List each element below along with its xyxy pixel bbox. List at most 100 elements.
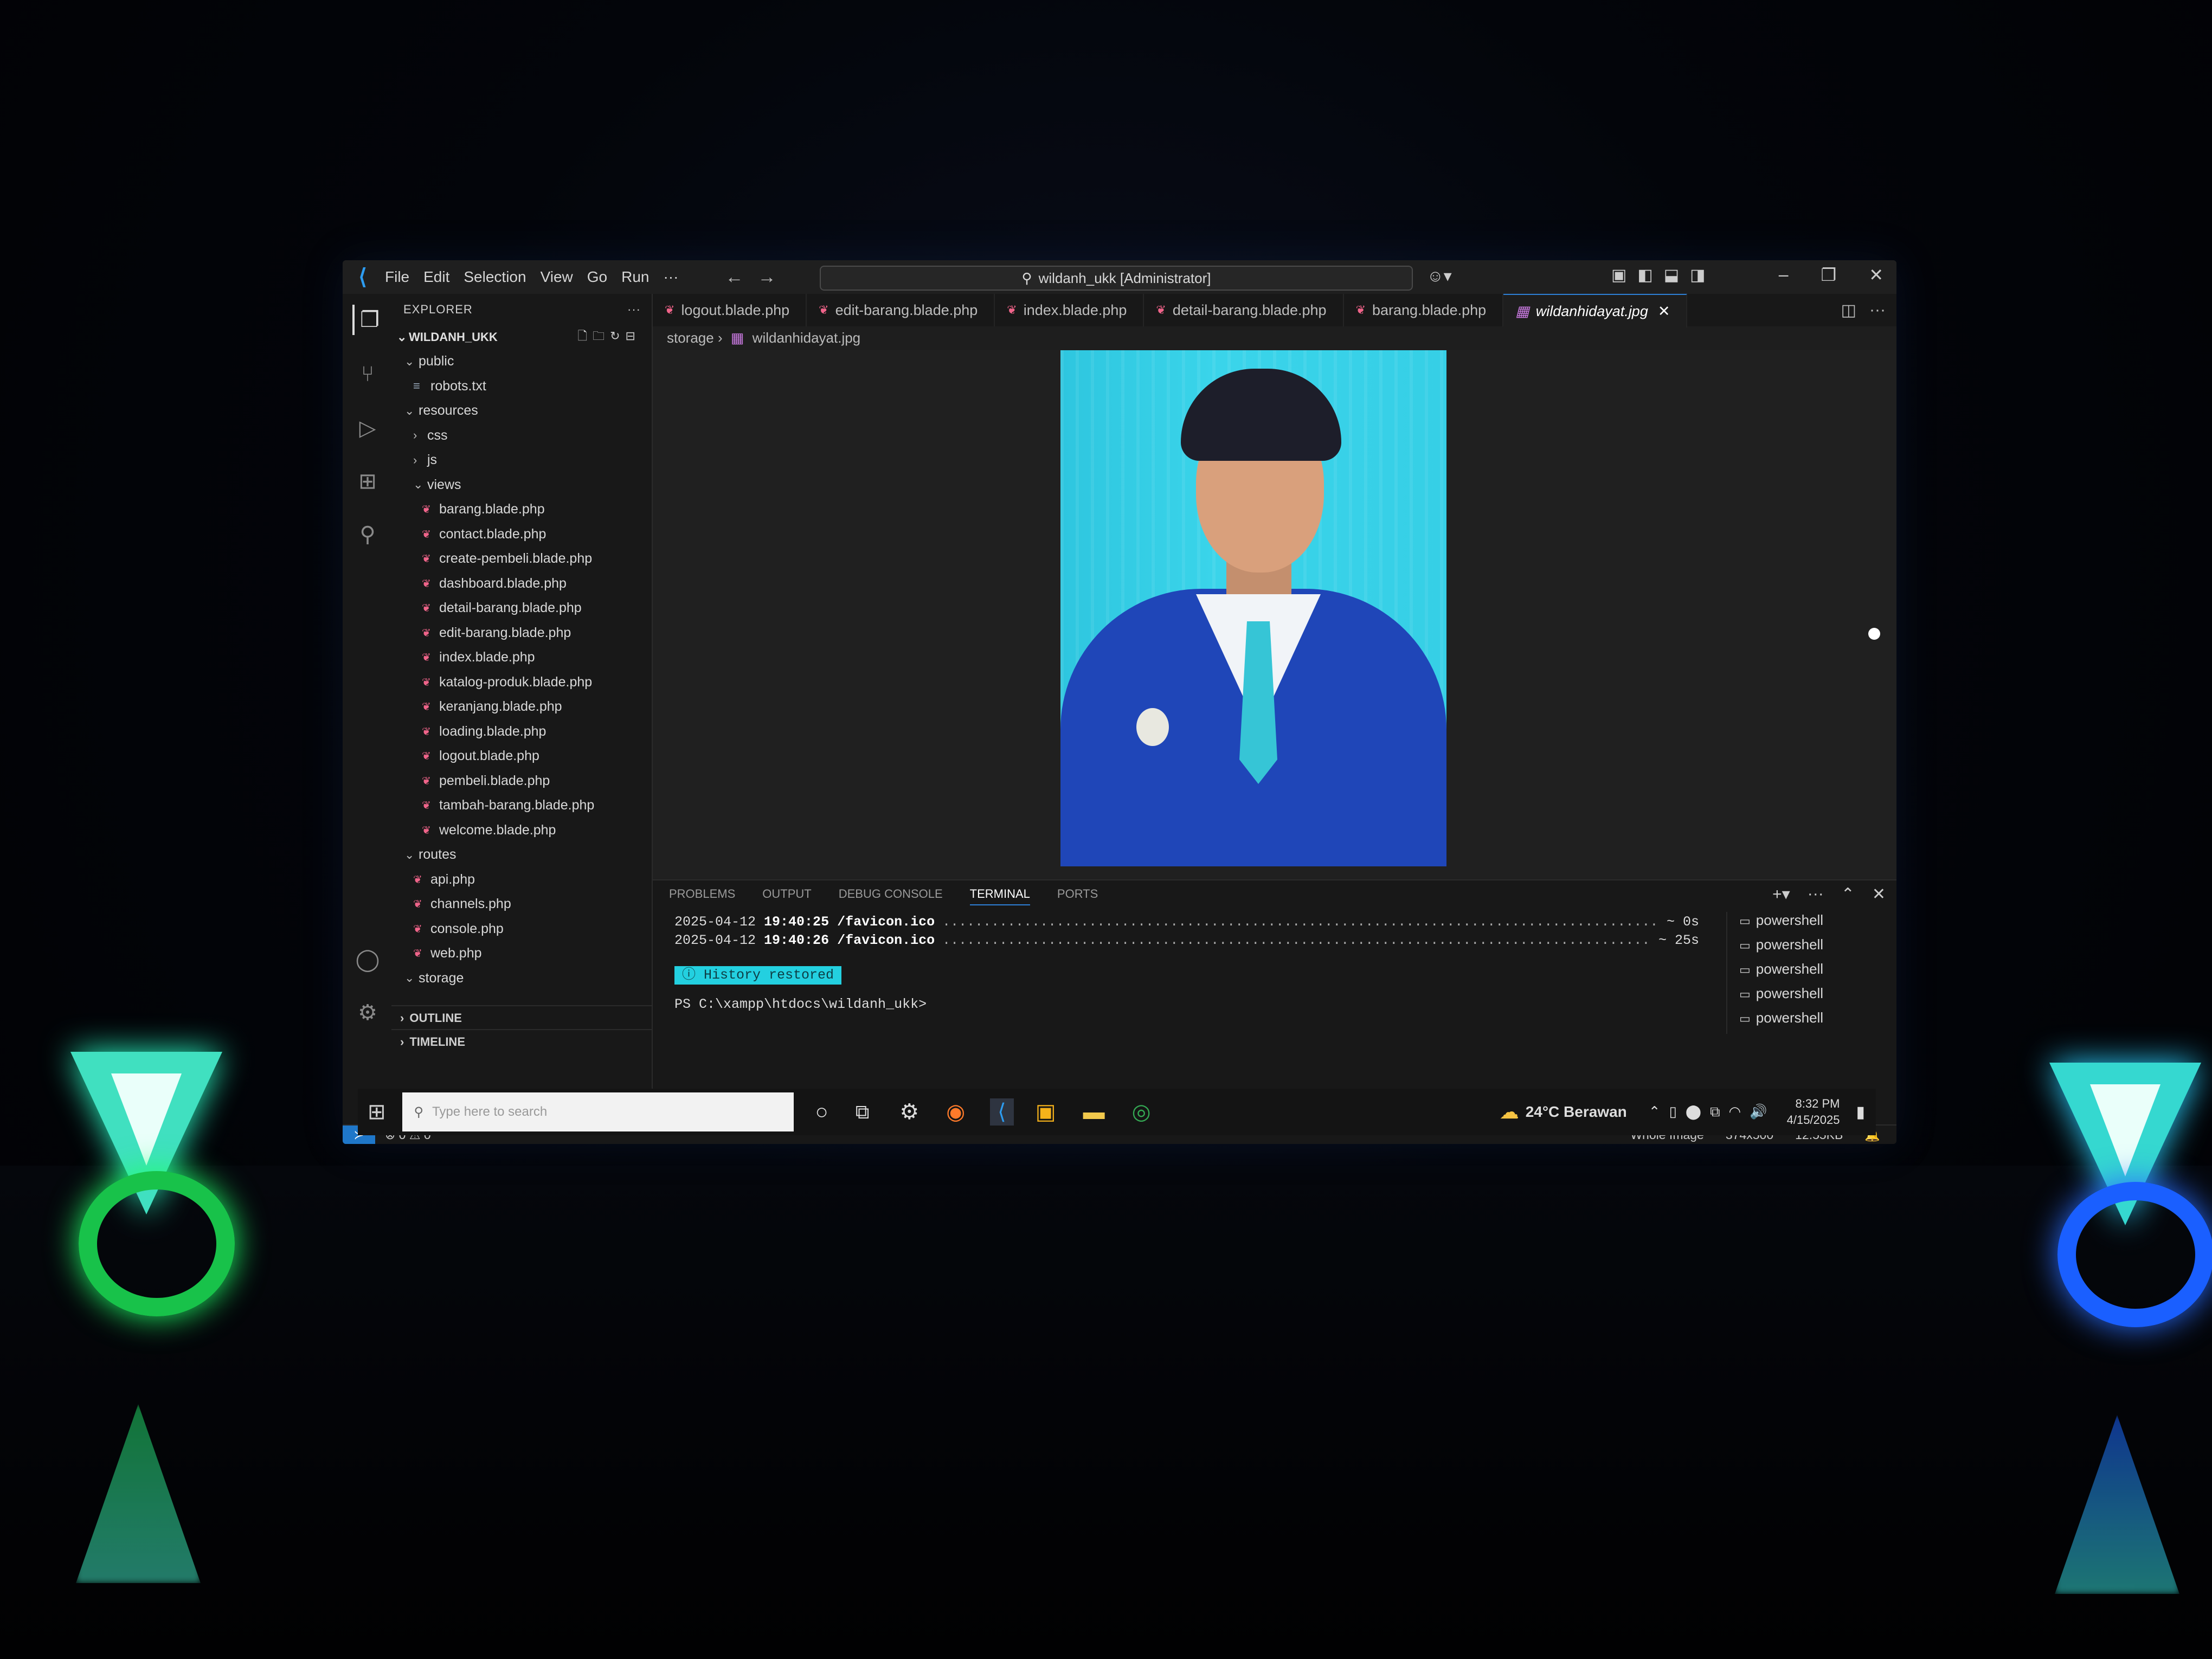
system-tray-icons[interactable]: ⌃▯⬤⧉◠🔊: [1649, 1103, 1776, 1121]
terminal-output[interactable]: 2025-04-12 19:40:25 /favicon.ico........…: [674, 914, 1699, 1012]
close-panel-icon[interactable]: ✕: [1872, 885, 1886, 904]
more-actions-icon[interactable]: ···: [1869, 301, 1886, 319]
tree-item-label: create-pembeli.blade.php: [439, 551, 593, 567]
panel-tab[interactable]: OUTPUT: [762, 887, 811, 905]
xampp-icon[interactable]: ▣: [1036, 1099, 1056, 1124]
maximize-panel-icon[interactable]: ⌃: [1841, 885, 1855, 904]
file-item[interactable]: ❦ katalog-produk.blade.php: [391, 670, 652, 695]
notification-center-icon[interactable]: ▮: [1856, 1103, 1865, 1122]
file-item[interactable]: ❦ tambah-barang.blade.php: [391, 793, 652, 818]
file-item[interactable]: ❦ barang.blade.php: [391, 497, 652, 522]
file-item[interactable]: ❦ logout.blade.php: [391, 744, 652, 769]
taskbar-clock[interactable]: 8:32 PM 4/15/2025: [1787, 1096, 1840, 1128]
task-view-icon[interactable]: ⧉: [856, 1101, 870, 1124]
folder-item[interactable]: ⌄ views: [391, 473, 652, 498]
breadcrumb-file[interactable]: wildanhidayat.jpg: [753, 330, 860, 346]
account-icon[interactable]: ◯: [352, 944, 383, 975]
folder-item[interactable]: › css: [391, 423, 652, 448]
search-sidebar-icon[interactable]: ⚲: [352, 519, 383, 550]
toggle-secondary-sidebar-icon[interactable]: ◨: [1690, 266, 1705, 285]
toggle-panel-icon[interactable]: ⬓: [1664, 266, 1679, 285]
forward-arrow-icon[interactable]: →: [757, 267, 776, 287]
file-item[interactable]: ❦ contact.blade.php: [391, 522, 652, 547]
file-item[interactable]: ❦ channels.php: [391, 892, 652, 917]
more-icon[interactable]: ···: [1808, 885, 1824, 904]
more-actions-icon[interactable]: ···: [627, 303, 641, 317]
terminal-instance[interactable]: ▭ powershell: [1739, 1009, 1880, 1034]
tab[interactable]: ❦ edit-barang.blade.php: [807, 294, 995, 326]
terminal-instance[interactable]: ▭ powershell: [1739, 936, 1880, 961]
split-editor-icon[interactable]: ◫: [1841, 301, 1856, 320]
explorer-icon[interactable]: ❐: [352, 305, 385, 335]
windows-start-icon[interactable]: ⊞: [368, 1099, 386, 1124]
terminal-prompt[interactable]: PS C:\xampp\htdocs\wildanh_ukk>: [674, 996, 1699, 1012]
back-arrow-icon[interactable]: ←: [725, 267, 743, 287]
tab[interactable]: ❦ barang.blade.php: [1344, 294, 1504, 326]
file-item[interactable]: ❦ loading.blade.php: [391, 719, 652, 744]
vscode-taskbar-icon[interactable]: ⟨: [990, 1098, 1014, 1126]
file-item[interactable]: ❦ web.php: [391, 941, 652, 966]
terminal-instance[interactable]: ▭ powershell: [1739, 985, 1880, 1009]
settings-gear-icon[interactable]: ⚙: [352, 998, 383, 1028]
tab[interactable]: ❦ logout.blade.php: [653, 294, 807, 326]
file-item[interactable]: ❦ detail-barang.blade.php: [391, 596, 652, 621]
menu-item[interactable]: Run: [621, 268, 649, 285]
folder-item[interactable]: ⌄ public: [391, 349, 652, 374]
minimize-icon[interactable]: –: [1779, 265, 1789, 285]
image-preview: [653, 350, 1896, 879]
folder-item[interactable]: ⌄ routes: [391, 843, 652, 867]
file-item[interactable]: ❦ index.blade.php: [391, 645, 652, 670]
file-item[interactable]: ❦ keranjang.blade.php: [391, 695, 652, 719]
file-item[interactable]: ❦ welcome.blade.php: [391, 818, 652, 843]
outline-section[interactable]: › OUTLINE: [391, 1005, 652, 1030]
tab-label: barang.blade.php: [1372, 301, 1487, 318]
source-control-icon[interactable]: ⑂: [352, 359, 383, 389]
customize-layout-icon[interactable]: ▣: [1611, 266, 1626, 285]
menu-item[interactable]: View: [541, 268, 573, 285]
close-tab-icon[interactable]: ✕: [1658, 303, 1670, 320]
file-item[interactable]: ❦ api.php: [391, 867, 652, 892]
new-terminal-icon[interactable]: +▾: [1772, 885, 1790, 904]
tab[interactable]: ❦ index.blade.php: [995, 294, 1144, 326]
folder-item[interactable]: ⌄ storage: [391, 966, 652, 991]
settings-app-icon[interactable]: ⚙: [899, 1099, 919, 1124]
toggle-sidebar-icon[interactable]: ◧: [1637, 266, 1652, 285]
taskbar-search-box[interactable]: ⚲ Type here to search: [402, 1092, 794, 1131]
file-item[interactable]: ❦ create-pembeli.blade.php: [391, 546, 652, 571]
tab-active[interactable]: ▦ wildanhidayat.jpg ✕: [1503, 294, 1688, 327]
folder-item[interactable]: ⌄ resources: [391, 398, 652, 423]
terminal-instance[interactable]: ▭ powershell: [1739, 912, 1880, 936]
panel-tab[interactable]: PORTS: [1057, 887, 1098, 905]
menu-item[interactable]: ···: [663, 268, 678, 285]
chrome-icon[interactable]: ◎: [1132, 1099, 1151, 1124]
breadcrumb-folder[interactable]: storage: [667, 330, 714, 346]
command-center[interactable]: ⚲ wildanh_ukk [Administrator]: [820, 266, 1413, 291]
panel-tab[interactable]: TERMINAL: [969, 887, 1030, 905]
menu-item[interactable]: File: [385, 268, 409, 285]
menu-item[interactable]: Edit: [423, 268, 449, 285]
file-explorer-icon[interactable]: ▬: [1083, 1100, 1105, 1124]
workspace-header[interactable]: ⌄ WILDANH_UKK 🗋🗀↻⊟: [391, 325, 652, 349]
restore-icon[interactable]: ❐: [1821, 265, 1837, 285]
file-item[interactable]: ❦ dashboard.blade.php: [391, 571, 652, 596]
file-item[interactable]: ❦ console.php: [391, 917, 652, 942]
tab[interactable]: ❦ detail-barang.blade.php: [1144, 294, 1344, 326]
panel-tab[interactable]: PROBLEMS: [669, 887, 735, 905]
extensions-icon[interactable]: ⊞: [352, 466, 383, 497]
file-item[interactable]: ≡ robots.txt: [391, 374, 652, 399]
timeline-section[interactable]: › TIMELINE: [391, 1029, 652, 1054]
terminal-instance[interactable]: ▭ powershell: [1739, 961, 1880, 985]
explorer-actions[interactable]: 🗋🗀↻⊟: [577, 327, 641, 348]
file-item[interactable]: ❦ edit-barang.blade.php: [391, 621, 652, 646]
file-item[interactable]: ❦ pembeli.blade.php: [391, 769, 652, 794]
cortana-icon[interactable]: ○: [815, 1100, 828, 1124]
close-window-icon[interactable]: ✕: [1869, 265, 1883, 285]
menu-item[interactable]: Go: [587, 268, 607, 285]
copilot-icon[interactable]: ☺▾: [1427, 267, 1452, 286]
panel-tab[interactable]: DEBUG CONSOLE: [839, 887, 943, 905]
weather-text[interactable]: 24°C Berawan: [1526, 1103, 1627, 1121]
menu-item[interactable]: Selection: [464, 268, 526, 285]
run-debug-icon[interactable]: ▷: [352, 413, 383, 443]
folder-item[interactable]: › js: [391, 448, 652, 473]
firefox-icon[interactable]: ◉: [946, 1099, 965, 1124]
